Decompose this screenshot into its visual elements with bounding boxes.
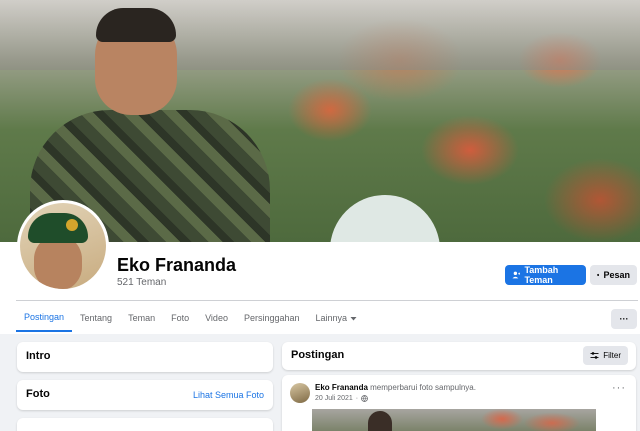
avatar-image <box>20 203 106 289</box>
tab-foto[interactable]: Foto <box>163 304 197 332</box>
filter-button[interactable]: Filter <box>583 346 628 365</box>
profile-avatar[interactable] <box>17 200 109 292</box>
profile-name: Eko Frananda <box>117 255 237 275</box>
sliders-icon <box>590 352 599 359</box>
post-cover-image[interactable] <box>312 409 596 431</box>
see-all-photos-link[interactable]: Lihat Semua Foto <box>193 390 264 400</box>
person-plus-icon <box>512 271 521 279</box>
post-date-row: 20 Juli 2021 · <box>315 395 368 402</box>
header-divider <box>16 300 638 301</box>
friends-count[interactable]: 521 Teman <box>117 277 166 288</box>
caret-down-icon <box>350 316 357 320</box>
post-author-name[interactable]: Eko Frananda <box>315 383 368 392</box>
filter-label: Filter <box>603 351 621 360</box>
post-action-text: memperbarui foto sampulnya. <box>370 383 476 392</box>
posts-title: Postingan <box>291 349 345 361</box>
messenger-icon <box>597 273 600 277</box>
post-author-avatar[interactable] <box>290 383 310 403</box>
cover-person-hair <box>96 8 176 42</box>
intro-title: Intro <box>26 350 51 362</box>
tab-lainnya[interactable]: Lainnya <box>308 304 366 332</box>
avatar-beret-badge <box>66 219 78 231</box>
posts-header-card: Postingan Filter <box>282 342 636 370</box>
add-friend-label: Tambah Teman <box>524 265 559 285</box>
post-item: Eko Frananda memperbarui foto sampulnya.… <box>282 375 636 431</box>
photos-card: Foto Lihat Semua Foto <box>17 380 273 410</box>
intro-card: Intro <box>17 342 273 372</box>
post-options-button[interactable]: ··· <box>612 382 626 394</box>
next-card <box>17 418 273 431</box>
post-header: Eko Frananda memperbarui foto sampulnya. <box>315 383 476 392</box>
post-date[interactable]: 20 Juli 2021 <box>315 395 353 402</box>
tab-teman[interactable]: Teman <box>120 304 163 332</box>
avatar-face <box>34 235 82 289</box>
add-friend-button[interactable]: Tambah Teman <box>505 265 586 285</box>
tab-tentang[interactable]: Tentang <box>72 304 120 332</box>
more-options-button[interactable]: ··· <box>611 309 637 329</box>
tab-video[interactable]: Video <box>197 304 236 332</box>
globe-icon <box>361 395 368 402</box>
cover-photo[interactable] <box>0 0 640 242</box>
message-label: Pesan <box>603 270 630 280</box>
more-options-label: ··· <box>619 314 629 324</box>
message-button[interactable]: Pesan <box>590 265 637 285</box>
post-image-person <box>368 411 392 431</box>
tab-persinggahan[interactable]: Persinggahan <box>236 304 308 332</box>
tab-postingan[interactable]: Postingan <box>16 304 73 332</box>
cover-helmet <box>330 195 440 242</box>
avatar-beret <box>28 213 88 243</box>
profile-tabs: Postingan Tentang Teman Foto Video Persi… <box>16 304 365 332</box>
